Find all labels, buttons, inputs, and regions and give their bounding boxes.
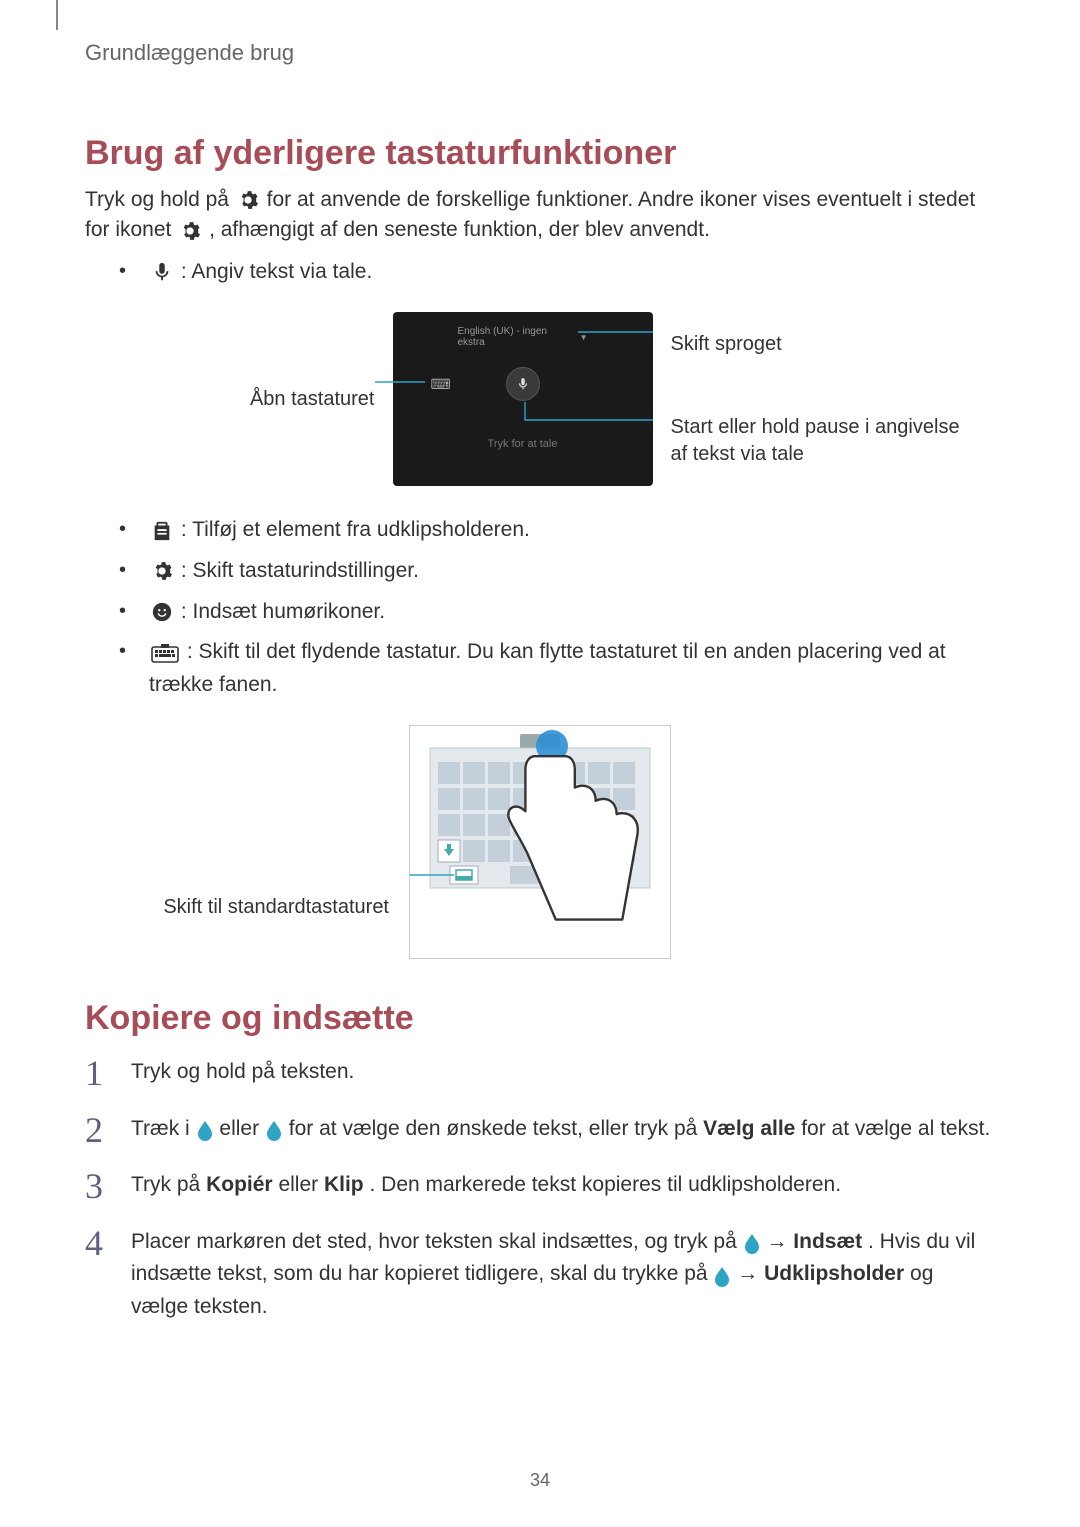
caption-change-language: Skift sproget [671,331,961,358]
mic-button-graphic [506,367,540,401]
bullet-emoji-text: : Indsæt humørikoner. [181,600,385,623]
s4c: Indsæt [793,1230,862,1253]
section-heading-2: Kopiere og indsætte [85,999,995,1038]
bullet-floating: : Skift til det flydende tastatur. Du ka… [119,636,995,701]
step-1: Tryk og hold på teksten. [85,1056,995,1089]
s2b: eller [219,1117,265,1140]
s2e: for at vælge al tekst. [801,1117,990,1140]
s3c: eller [278,1173,324,1196]
step-1-text: Tryk og hold på teksten. [131,1060,354,1083]
caption-open-keyboard: Åbn tastaturet [120,386,375,413]
voice-figure-row: Åbn tastaturet English (UK) - ingen ekst… [85,312,995,486]
floating-keyboard-icon [151,642,179,664]
smiley-icon [151,601,173,623]
s3d: Klip [324,1173,364,1196]
intro-paragraph: Tryk og hold på for at anvende de forske… [85,185,995,246]
gear-icon [179,220,201,242]
bullet-clipboard: : Tilføj et element fra udklipsholderen. [119,514,995,547]
step-3: Tryk på Kopiér eller Klip . Den markered… [85,1169,995,1202]
step-4: Placer markøren det sted, hvor teksten s… [85,1226,995,1324]
bullet-list-2: : Tilføj et element fra udklipsholderen.… [85,514,995,701]
caption-standard-keyboard: Skift til standardtastaturet [104,896,389,919]
intro-text-a: Tryk og hold på [85,188,235,211]
s2d: Vælg alle [703,1117,795,1140]
s4a: Placer markøren det sted, hvor teksten s… [131,1230,743,1253]
selection-handle-left-icon [198,1119,212,1139]
floating-keyboard-figure [409,725,671,959]
bullet-list-1: : Angiv tekst via tale. [85,256,995,289]
s2a: Træk i [131,1117,196,1140]
section-heading-1: Brug af yderligere tastaturfunktioner [85,134,995,173]
bullet-settings-text: : Skift tastaturindstillinger. [181,559,419,582]
keyboard-small-icon: ⌨ [431,376,452,393]
bullet-voice-text: : Angiv tekst via tale. [181,260,372,283]
steps-list: Tryk og hold på teksten. Træk i eller fo… [85,1056,995,1323]
s3e: . Den markerede tekst kopieres til udkli… [369,1173,841,1196]
gear-icon [237,189,259,211]
s2c: for at vælge den ønskede tekst, eller tr… [289,1117,703,1140]
cursor-handle-icon [745,1232,759,1252]
bullet-clipboard-text: : Tilføj et element fra udklipsholderen. [181,518,530,541]
caption-right-stack: Skift sproget Start eller hold pause i a… [671,331,961,468]
bullet-emoji: : Indsæt humørikoner. [119,596,995,629]
top-rule [56,0,58,30]
s4f: Udklipsholder [764,1262,904,1285]
bullet-voice: : Angiv tekst via tale. [119,256,995,289]
floating-keyboard-svg [410,726,670,958]
bullet-settings: : Skift tastaturindstillinger. [119,555,995,588]
voice-language-label: English (UK) - ingen ekstra▼ [458,326,588,348]
mic-icon [151,261,173,283]
gear-icon [151,560,173,582]
selection-handle-right-icon [267,1119,281,1139]
voice-hint-text: Tryk for at tale [393,438,653,450]
chapter-label: Grundlæggende brug [85,0,995,94]
s3b: Kopiér [206,1173,273,1196]
page: Grundlæggende brug Brug af yderligere ta… [0,0,1080,1527]
s3a: Tryk på [131,1173,206,1196]
s4b: → [766,1230,793,1253]
page-number: 34 [0,1470,1080,1491]
clipboard-icon [151,520,173,542]
voice-figure: English (UK) - ingen ekstra▼ ⌨ Tryk for … [393,312,653,486]
s4e: → [737,1262,764,1285]
intro-text-c: , afhængigt af den seneste funktion, der… [209,218,710,241]
caption-start-pause: Start eller hold pause i angivelse af te… [671,414,961,468]
step-2: Træk i eller for at vælge den ønskede te… [85,1113,995,1146]
floating-figure-row: Skift til standardtastaturet [85,725,995,959]
cursor-handle-icon-2 [715,1265,729,1285]
bullet-floating-text: : Skift til det flydende tastatur. Du ka… [149,640,946,696]
